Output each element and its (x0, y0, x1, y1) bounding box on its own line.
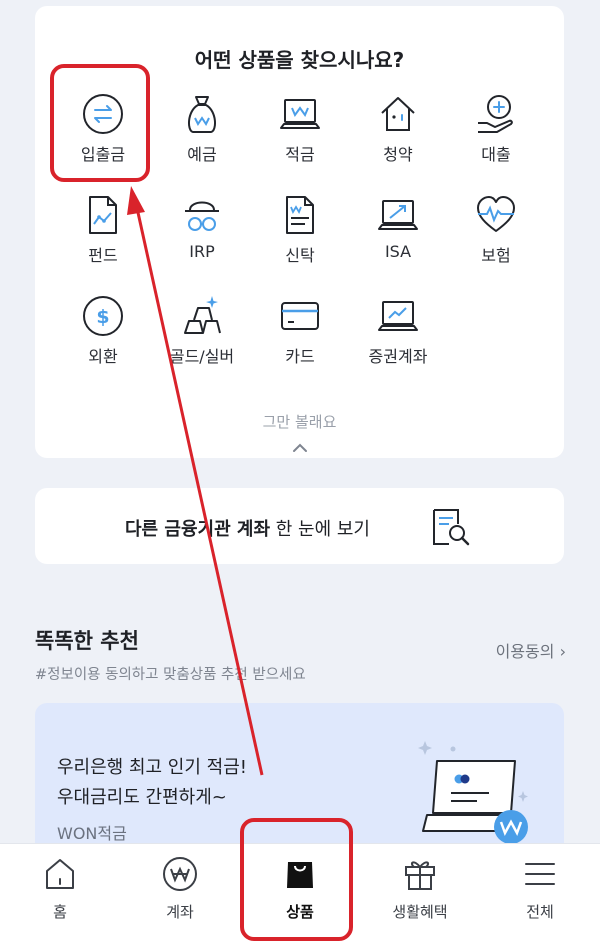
nav-label: 홈 (53, 903, 67, 921)
laptop-chart-icon (378, 200, 418, 230)
bottom-navigation: 홈 계좌 상품 생활혜택 전체 (0, 843, 600, 951)
document-search-icon (433, 509, 470, 546)
laptop-won-icon (280, 99, 320, 129)
nav-label: 계좌 (166, 903, 194, 921)
category-label: 펀드 (88, 246, 118, 265)
menu-icon (525, 863, 555, 885)
nav-products[interactable]: 상품 (240, 844, 360, 951)
category-installment-savings[interactable]: 적금 (245, 93, 355, 188)
recommendation-subtitle: #정보이용 동의하고 맞춤상품 추천 받으세요 (35, 667, 306, 683)
dollar-coin-icon: $ (83, 296, 123, 336)
category-fund[interactable]: 펀드 (48, 194, 158, 289)
category-label: 카드 (285, 347, 315, 366)
heart-pulse-icon (477, 196, 515, 232)
category-label: 예금 (187, 145, 217, 164)
promo-subheadline: 우대금리도 간편하게~ (57, 787, 227, 808)
nav-accounts[interactable]: 계좌 (120, 844, 240, 951)
consent-link-label: 이용동의 (495, 642, 555, 661)
promo-banner[interactable]: 우리은행 최고 인기 적금! 우대금리도 간편하게~ WON적금 (35, 703, 564, 853)
won-coin-icon (163, 857, 197, 891)
category-insurance[interactable]: 보험 (441, 194, 551, 289)
home-icon (46, 859, 74, 889)
category-label: 대출 (481, 145, 511, 164)
category-gold-silver[interactable]: 골드/실버 (147, 295, 257, 390)
consent-link[interactable]: 이용동의 › (496, 638, 566, 662)
money-bag-icon (188, 96, 216, 133)
category-label: 입출금 (80, 145, 126, 164)
nav-all-menu[interactable]: 전체 (480, 844, 600, 951)
category-deposit-withdrawal[interactable]: 입출금 (48, 93, 158, 188)
product-category-card: 어떤 상품을 찾으시나요? 입출금 예금 적금 청약 대출 펀드 IRP 신탁 … (35, 6, 564, 458)
product-card-title: 어떤 상품을 찾으시나요? (194, 48, 405, 72)
chevron-up-icon[interactable] (290, 441, 310, 455)
category-card[interactable]: 카드 (245, 295, 355, 390)
person-glasses-icon (185, 201, 219, 231)
fund-document-icon (89, 196, 117, 234)
category-label: 외환 (88, 347, 118, 366)
category-label: 신탁 (285, 246, 315, 265)
category-label: 증권계좌 (368, 347, 428, 366)
category-label: 보험 (481, 246, 511, 265)
category-isa[interactable]: ISA (343, 194, 453, 289)
hand-plus-icon (478, 95, 513, 133)
category-label: 골드/실버 (169, 347, 235, 366)
gift-icon (405, 861, 435, 890)
category-subscription[interactable]: 청약 (343, 93, 453, 188)
category-foreign-exchange[interactable]: $ 외환 (48, 295, 158, 390)
trust-document-icon (286, 196, 314, 234)
nav-label: 상품 (286, 903, 314, 921)
other-bank-accounts-card[interactable]: 다른 금융기관 계좌 한 눈에 보기 (35, 488, 564, 564)
show-less-button[interactable]: 그만 볼래요 (35, 411, 564, 432)
category-label: ISA (384, 242, 412, 261)
laptop-stock-icon (378, 301, 418, 331)
transfer-icon (83, 94, 123, 134)
card-icon (281, 302, 319, 330)
shopping-bag-icon (287, 862, 313, 888)
recommendation-title: 똑똑한 추천 (35, 629, 139, 653)
other-bank-rest-text: 한 눈에 보기 (270, 519, 370, 540)
promo-headline: 우리은행 최고 인기 적금! (57, 757, 247, 778)
promo-product-tag: WON적금 (57, 824, 127, 843)
category-irp[interactable]: IRP (147, 194, 257, 289)
house-icon (381, 97, 415, 131)
svg-text:$: $ (96, 306, 109, 328)
nav-life-benefits[interactable]: 생활혜택 (360, 844, 480, 951)
gold-bars-icon (184, 296, 221, 334)
category-trust[interactable]: 신탁 (245, 194, 355, 289)
category-loan[interactable]: 대출 (441, 93, 551, 188)
nav-label: 전체 (526, 903, 554, 921)
category-label: 적금 (285, 145, 315, 164)
other-bank-bold-text: 다른 금융기관 계좌 (125, 519, 271, 540)
chevron-right-icon: › (559, 642, 566, 661)
nav-label: 생활혜택 (392, 903, 448, 921)
category-label: IRP (189, 242, 215, 261)
category-label: 청약 (383, 145, 413, 164)
category-savings-deposit[interactable]: 예금 (147, 93, 257, 188)
other-bank-text: 다른 금융기관 계좌 한 눈에 보기 (125, 515, 370, 541)
nav-home[interactable]: 홈 (0, 844, 120, 951)
category-securities-account[interactable]: 증권계좌 (343, 295, 453, 390)
laptop-won-illustration-icon (418, 741, 528, 844)
